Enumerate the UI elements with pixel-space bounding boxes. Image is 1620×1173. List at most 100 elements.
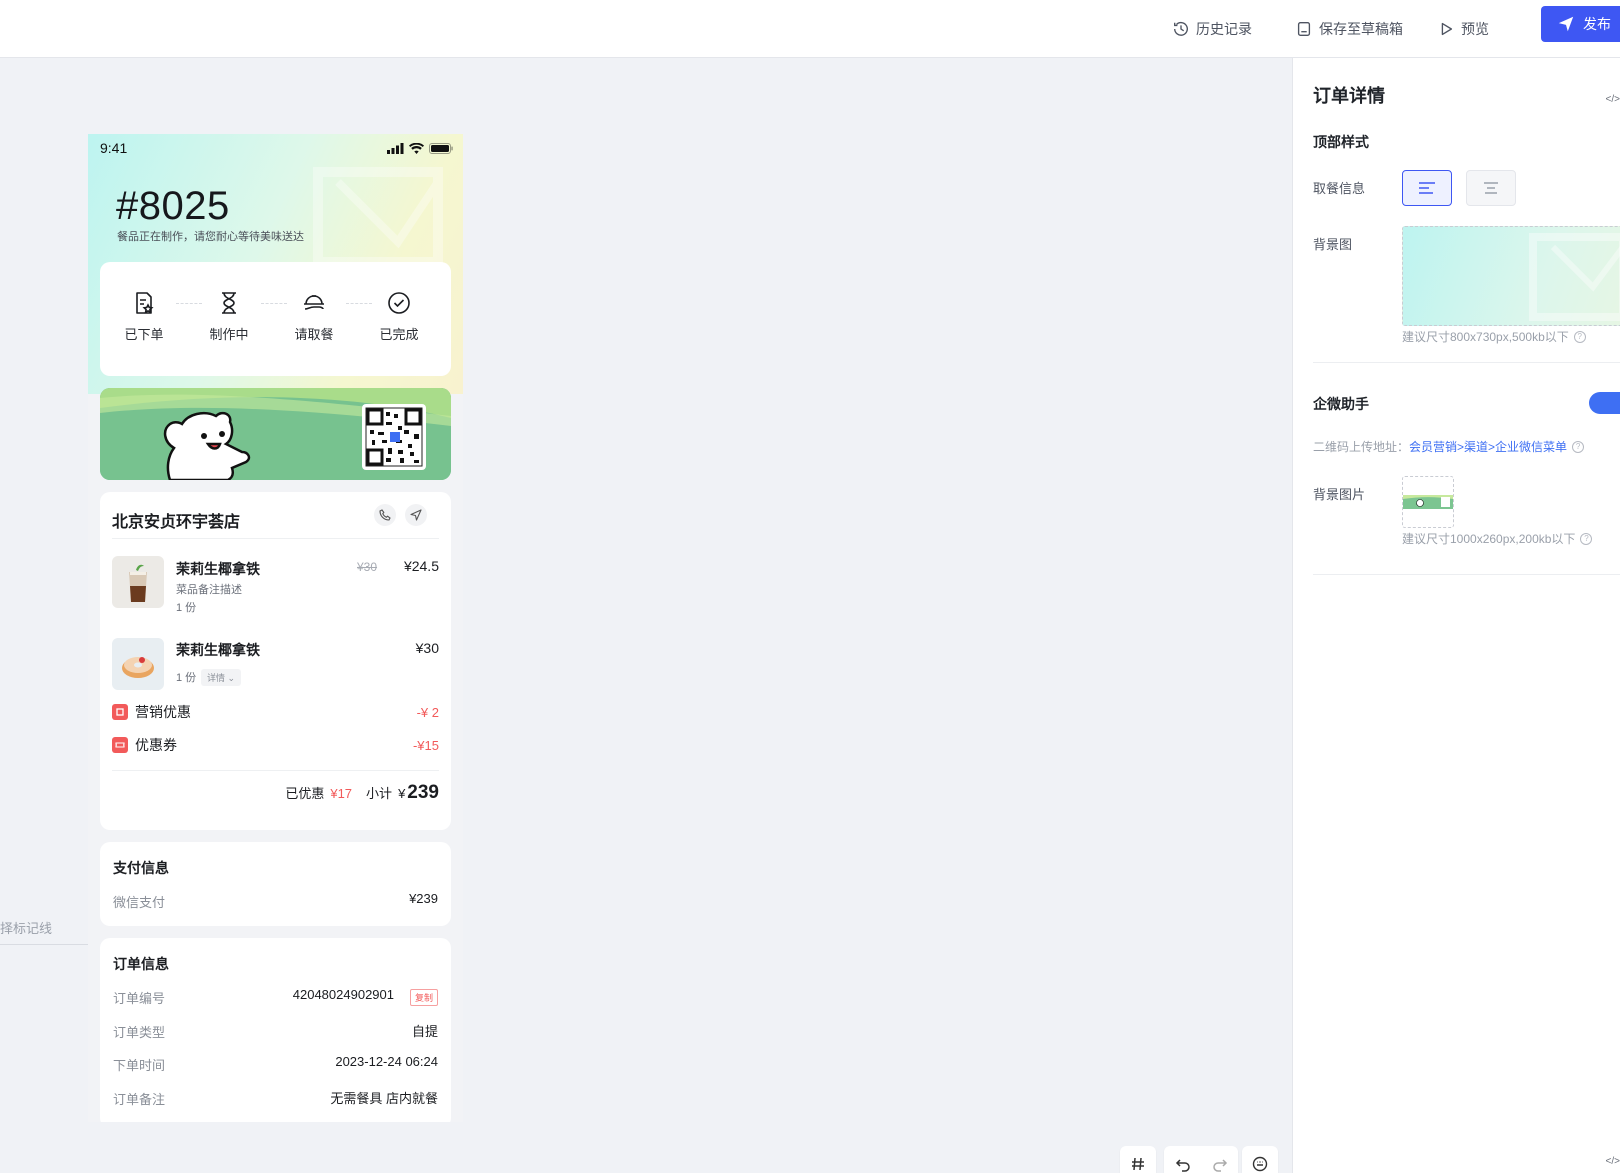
send-icon — [1558, 16, 1574, 32]
redo-icon[interactable] — [1212, 1156, 1228, 1172]
wecom-toggle[interactable] — [1589, 392, 1620, 414]
step-completed: 已完成 — [369, 290, 429, 343]
marker-line-hint[interactable]: 择标记线 — [0, 918, 52, 937]
qr-link[interactable]: 会员营销>渠道>企业微信菜单 — [1409, 438, 1567, 455]
hero-decoration — [313, 167, 443, 267]
navigation-icon — [410, 509, 422, 521]
keyboard-tool-button[interactable] — [1242, 1146, 1278, 1173]
align-center-option[interactable] — [1466, 170, 1516, 206]
battery-icon — [429, 142, 453, 154]
align-left-icon — [1419, 182, 1435, 194]
divider — [112, 538, 439, 539]
saved-label: 已优惠 — [285, 786, 325, 801]
keyboard-icon — [1252, 1156, 1268, 1172]
status-bar: 9:41 — [100, 139, 453, 157]
donut-image — [112, 638, 164, 690]
help-icon[interactable]: ? — [1580, 532, 1593, 545]
qr-upload-row: 二维码上传地址： 会员营销>渠道>企业微信菜单 ? — [1313, 438, 1585, 455]
pickup-info-label: 取餐信息 — [1313, 181, 1366, 196]
promo-icon — [112, 704, 128, 720]
order-type-value: 自提 — [411, 1024, 438, 1039]
section-top-style: 顶部样式 — [1313, 134, 1369, 150]
discount-row-marketing: 营销优惠 -¥ 2 — [112, 702, 439, 722]
hash-icon — [1132, 1157, 1144, 1171]
saved-value: ¥17 — [330, 786, 353, 801]
bg-picture-label: 背景图片 — [1313, 487, 1366, 502]
item-image-donut — [112, 638, 164, 690]
item-name: 茉莉生椰拿铁 — [176, 642, 260, 658]
hint-divider — [0, 944, 88, 945]
wecom-banner[interactable] — [100, 388, 451, 480]
payment-method: 微信支付 — [113, 895, 166, 910]
code-view-icon-bottom[interactable]: </> — [1606, 1156, 1620, 1167]
detail-label: 详情 — [207, 673, 226, 683]
bg-image-label: 背景图 — [1313, 237, 1353, 252]
check-circle-icon — [388, 292, 410, 314]
hourglass-icon — [222, 292, 236, 314]
history-button[interactable]: 历史记录 — [1172, 14, 1252, 44]
bg-image-upload[interactable] — [1402, 226, 1620, 326]
step-ordered: 已下单 — [114, 290, 174, 343]
top-toolbar: 历史记录 保存至草稿箱 预览 发布 — [0, 0, 1620, 58]
history-label: 历史记录 — [1196, 21, 1252, 37]
subtotal-value: 239 — [407, 782, 439, 803]
align-left-option[interactable] — [1402, 170, 1452, 206]
receipt-star-icon — [136, 292, 154, 314]
banner-thumbnail — [1403, 495, 1453, 509]
save-draft-button[interactable]: 保存至草稿箱 — [1295, 14, 1403, 44]
bg-picture-upload[interactable] — [1402, 476, 1454, 528]
phone-call-button[interactable] — [374, 504, 396, 526]
step-label: 已完成 — [379, 327, 419, 342]
discount-value: -¥15 — [412, 737, 439, 753]
preview-label: 预览 — [1461, 21, 1489, 37]
order-info-card: 订单信息 订单编号 42048024902901 复制 订单类型 自提 下单时间… — [100, 938, 451, 1122]
item-name: 茉莉生椰拿铁 — [176, 561, 260, 577]
play-icon — [1441, 22, 1453, 36]
publish-button[interactable]: 发布 — [1541, 6, 1620, 42]
step-label: 已下单 — [124, 327, 164, 342]
step-pickup: 请取餐 — [284, 290, 344, 343]
payment-title: 支付信息 — [113, 860, 169, 876]
align-center-icon — [1484, 182, 1498, 194]
copy-button[interactable]: 复制 — [409, 989, 438, 1006]
step-label: 制作中 — [209, 327, 249, 342]
divider — [1313, 362, 1620, 363]
section-wecom: 企微助手 — [1313, 396, 1369, 412]
item-price: ¥24.5 — [403, 558, 439, 574]
order-time-label: 下单时间 — [113, 1058, 166, 1073]
item-original-price: ¥30 — [357, 560, 378, 574]
bg-hint-text: 建议尺寸800x730px,500kb以下 — [1402, 330, 1569, 344]
order-no-value: 42048024902901 — [292, 987, 394, 1002]
grid-tool-button[interactable] — [1120, 1146, 1156, 1173]
order-number: #8025 — [116, 184, 230, 228]
save-draft-label: 保存至草稿箱 — [1319, 21, 1403, 37]
payment-amount: ¥239 — [409, 891, 438, 906]
history-icon — [1174, 22, 1188, 36]
code-view-icon[interactable]: </> — [1606, 94, 1620, 105]
help-icon[interactable]: ? — [1573, 330, 1586, 343]
subtotal-label: 小计 — [366, 786, 393, 801]
bg-picture-hint-text: 建议尺寸1000x260px,200kb以下 — [1402, 532, 1576, 546]
order-status-text: 餐品正在制作，请您耐心等待美味送达 — [117, 231, 304, 243]
item-note: 菜品备注描述 — [176, 584, 242, 596]
help-icon[interactable]: ? — [1572, 440, 1585, 453]
order-type-label: 订单类型 — [113, 1025, 166, 1040]
preview-button[interactable]: 预览 — [1437, 14, 1489, 44]
bg-image-preview — [1529, 233, 1620, 321]
wifi-icon — [409, 142, 424, 154]
navigate-button[interactable] — [405, 504, 427, 526]
qr-code — [362, 404, 426, 470]
bg-image-hint: 建议尺寸800x730px,500kb以下 ? — [1402, 328, 1586, 345]
discount-row-coupon: 优惠券 -¥15 — [112, 735, 439, 755]
coupon-icon — [112, 737, 128, 753]
undo-icon[interactable] — [1175, 1156, 1191, 1172]
order-note-label: 订单备注 — [113, 1092, 166, 1107]
order-progress-card: 已下单 制作中 请取餐 已完成 — [100, 262, 451, 376]
order-time-value: 2023-12-24 06:24 — [335, 1054, 438, 1069]
item-detail-toggle[interactable]: 详情 ⌄ — [201, 669, 242, 686]
undo-redo-group — [1164, 1146, 1238, 1173]
bg-picture-hint: 建议尺寸1000x260px,200kb以下 ? — [1402, 530, 1593, 547]
order-total: 已优惠 ¥17 小计 ¥ 239 — [285, 782, 439, 804]
divider — [1313, 574, 1620, 575]
panel-title: 订单详情 — [1313, 86, 1385, 106]
